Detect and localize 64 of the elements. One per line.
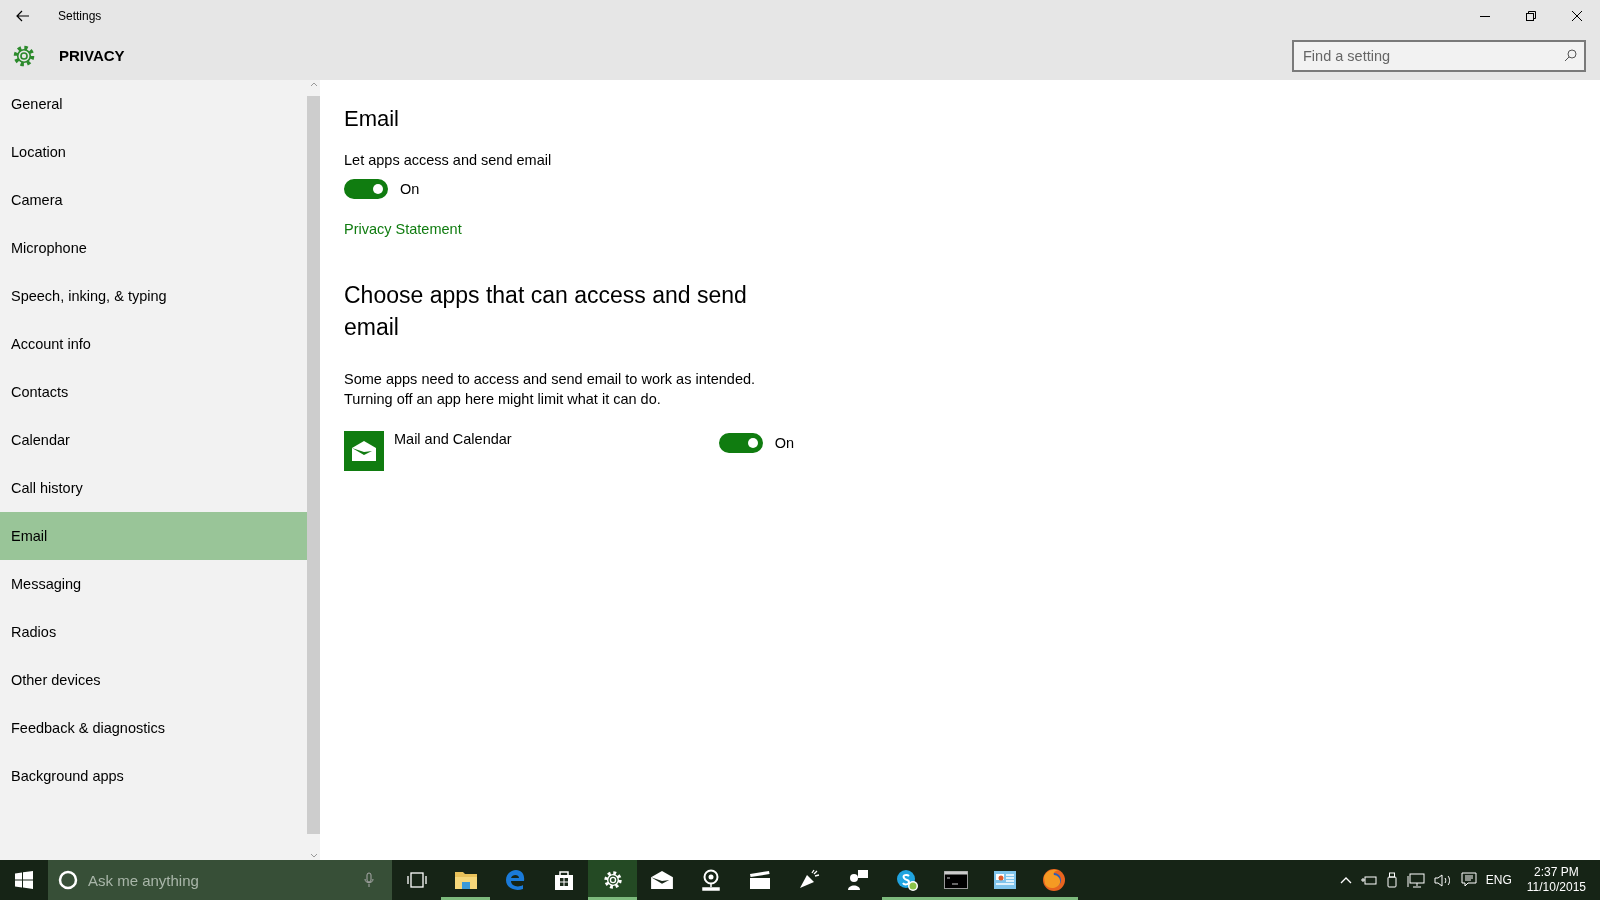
sidebar-item[interactable]: Location: [0, 128, 307, 176]
people-icon: [846, 869, 869, 891]
section-heading: Choose apps that can access and send email: [344, 281, 748, 342]
circle-icon: [58, 870, 78, 890]
sidebar-item[interactable]: Background apps: [0, 752, 307, 800]
task-view-icon: [406, 872, 427, 888]
toggle-switch[interactable]: [344, 179, 388, 199]
notification-icon[interactable]: [1460, 872, 1477, 888]
windows-logo-icon: [15, 871, 33, 889]
arrow-left-icon: [16, 9, 30, 22]
scrollbar[interactable]: [307, 80, 320, 860]
pin-icon: [699, 869, 722, 891]
clock-date[interactable]: 11/10/2015: [1526, 880, 1586, 895]
shopping-bag-icon: [552, 869, 575, 891]
toggle-switch[interactable]: [718, 433, 763, 453]
battery-icon[interactable]: [1360, 875, 1377, 885]
clock-time[interactable]: 2:37 PM: [1534, 865, 1579, 880]
scroll-down-icon[interactable]: [309, 852, 318, 860]
sidebar-item[interactable]: Call history: [0, 464, 307, 512]
clapperboard-icon: [748, 870, 771, 890]
sidebar-item[interactable]: Messaging: [0, 560, 307, 608]
envelope-icon: [344, 431, 384, 471]
description-text: Turning off an app here might limit what it can do.: [344, 390, 661, 409]
toggle-state: On: [774, 435, 794, 451]
control-panel-icon: [992, 870, 1017, 890]
setting-label: Let apps access and send email: [344, 152, 553, 168]
microphone-icon[interactable]: [364, 872, 374, 888]
sidebar-item[interactable]: Speech, inking, & typing: [0, 272, 307, 320]
folder-icon: [453, 870, 478, 890]
megaphone-icon: [797, 869, 820, 891]
browser-icon: [503, 869, 526, 891]
description-text: Some apps need to access and send email to work as intended.: [344, 370, 756, 389]
speaker-icon[interactable]: [1433, 872, 1452, 888]
toggle-state: On: [400, 181, 420, 197]
close-icon: [1572, 10, 1582, 21]
sidebar-item[interactable]: Contacts: [0, 368, 307, 416]
section-title: Email: [344, 106, 400, 132]
search-field[interactable]: Find a setting: [1292, 39, 1586, 72]
scroll-up-icon[interactable]: [309, 80, 318, 88]
chevron-up-icon[interactable]: [1339, 876, 1352, 884]
app-name: Mail and Calendar: [394, 431, 513, 447]
sidebar-item[interactable]: Feedback & diagnostics: [0, 704, 307, 752]
sidebar-item[interactable]: Microphone: [0, 224, 307, 272]
sidebar-item[interactable]: Radios: [0, 608, 307, 656]
sidebar-item[interactable]: Calendar: [0, 416, 307, 464]
terminal-icon: [943, 871, 968, 889]
envelope-icon: [649, 870, 674, 890]
network-icon[interactable]: [1406, 872, 1425, 888]
language-indicator[interactable]: ENG: [1485, 873, 1512, 887]
sidebar-item[interactable]: Email: [0, 512, 307, 560]
restore-icon: [1526, 10, 1536, 21]
sidebar-item[interactable]: Other devices: [0, 656, 307, 704]
search-icon: [1564, 48, 1577, 62]
taskbar-button[interactable]: [588, 860, 637, 900]
globe-icon: [1041, 868, 1066, 892]
privacy-link[interactable]: Privacy Statement: [344, 221, 462, 237]
usb-drive-icon[interactable]: [1385, 872, 1398, 888]
search-box[interactable]: Ask me anything: [48, 860, 392, 900]
sidebar-item[interactable]: Account info: [0, 320, 307, 368]
page-heading: PRIVACY: [59, 47, 125, 64]
sidebar-item[interactable]: General: [0, 80, 307, 128]
window-title: Settings: [58, 8, 102, 23]
gear-icon: [601, 869, 624, 891]
sidebar-item[interactable]: Camera: [0, 176, 307, 224]
